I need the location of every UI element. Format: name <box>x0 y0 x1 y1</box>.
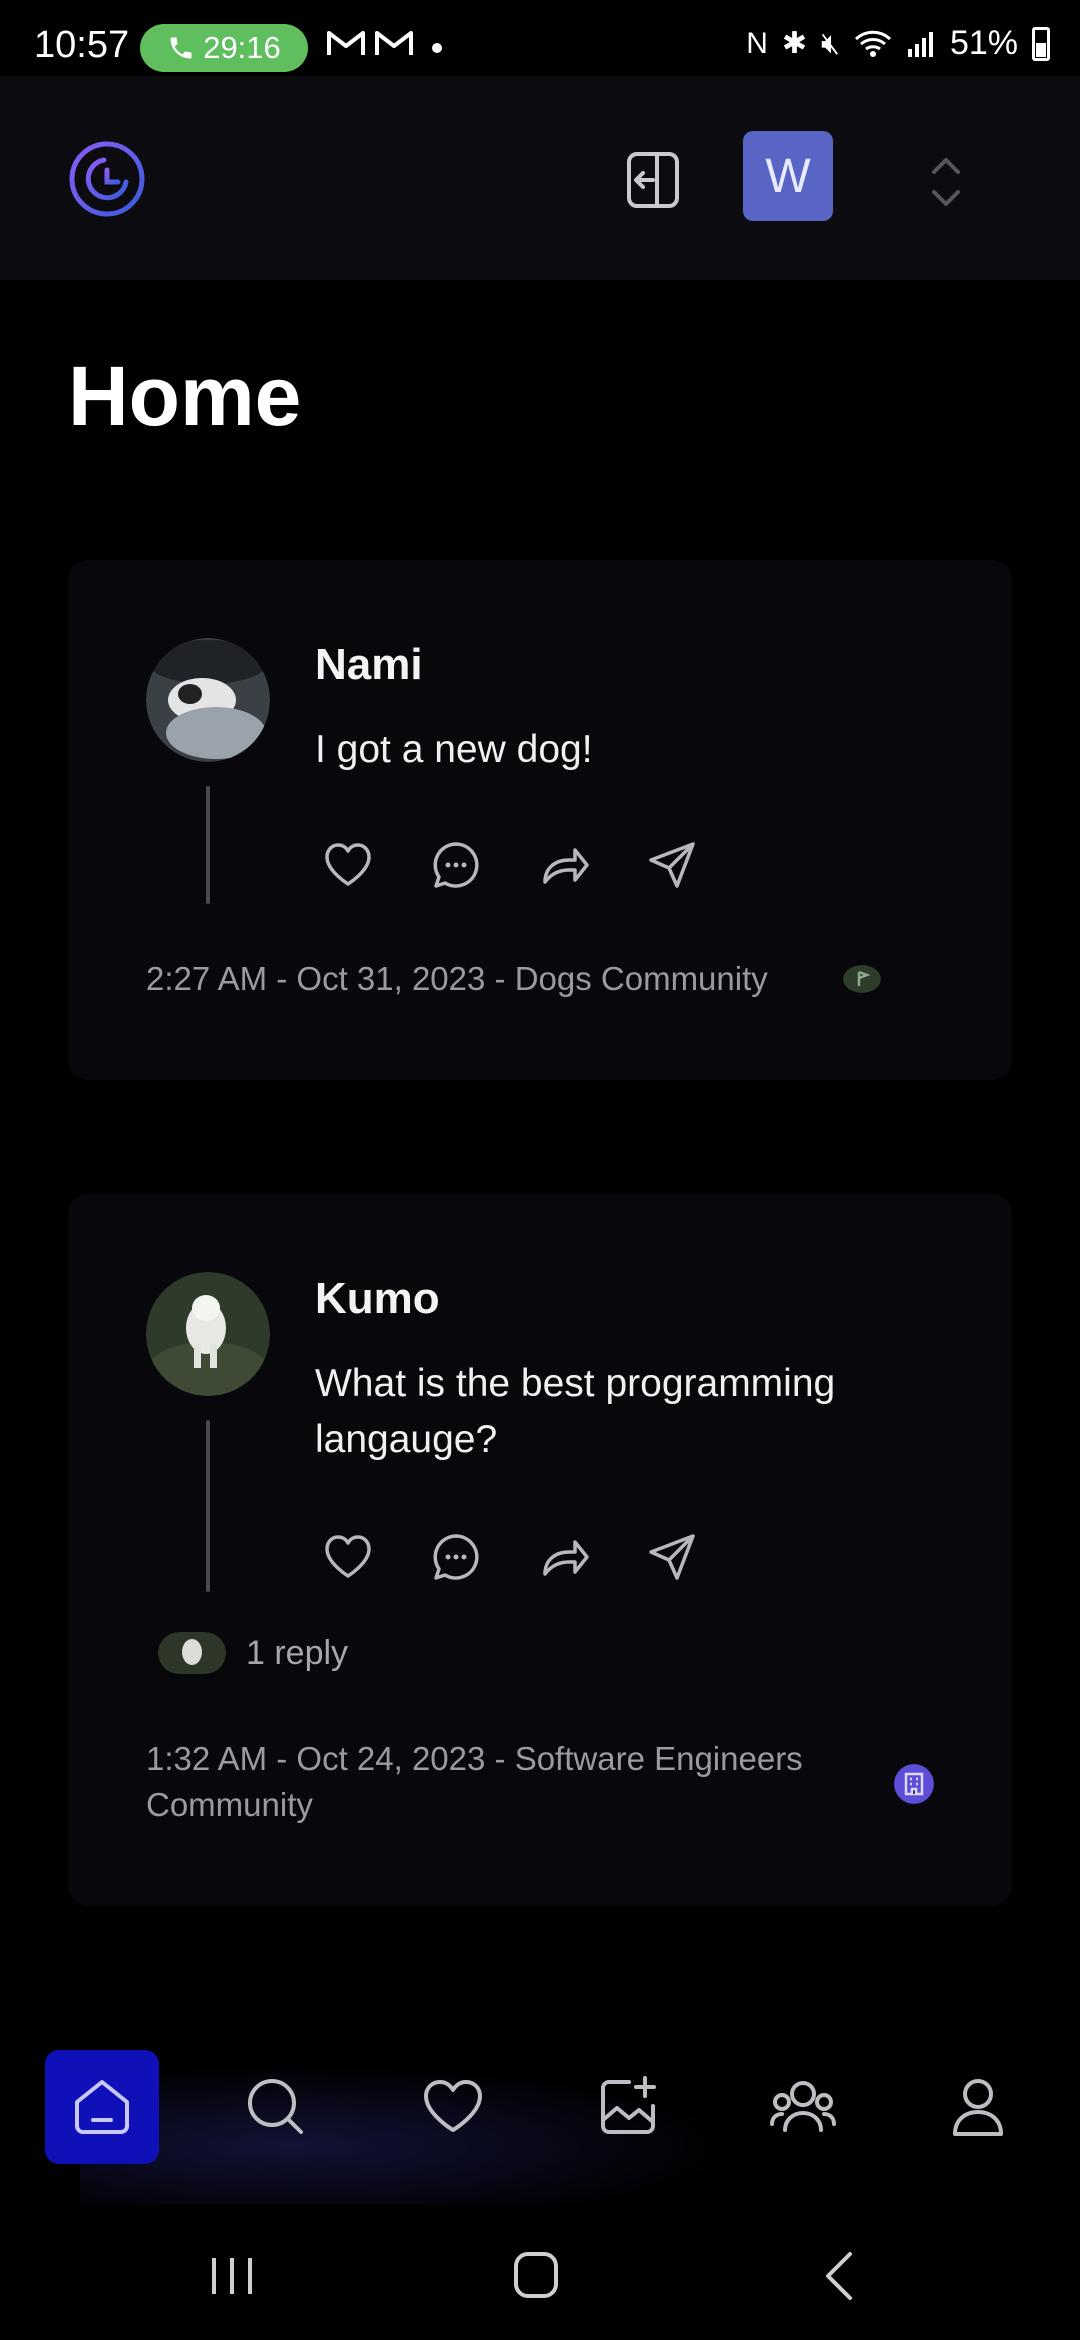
call-timer: 29:16 <box>203 30 281 65</box>
thread-line <box>206 1420 210 1592</box>
profile-icon <box>953 2079 1003 2136</box>
post-card[interactable]: Kumo What is the best programming langau… <box>68 1194 1012 1906</box>
nav-activity[interactable] <box>396 2050 510 2164</box>
author-name[interactable]: Nami <box>315 640 423 690</box>
bottom-nav <box>0 2036 1080 2206</box>
battery-icon <box>1032 26 1050 61</box>
page-title: Home <box>68 349 302 443</box>
logout-icon[interactable] <box>623 148 683 212</box>
comment-icon[interactable] <box>429 838 483 892</box>
top-app-bar: W <box>0 76 1080 280</box>
heart-icon[interactable] <box>321 838 375 892</box>
post-timestamp[interactable]: 1:32 AM - Oct 24, 2023 - Software Engine… <box>146 1736 906 1828</box>
signal-icon <box>907 31 933 57</box>
call-chip[interactable]: 29:16 <box>140 24 308 72</box>
back-icon[interactable] <box>800 2246 880 2306</box>
post-text: I got a new dog! <box>315 728 593 771</box>
recent-apps-icon[interactable] <box>192 2246 272 2306</box>
clock-moon-logo[interactable] <box>68 140 146 218</box>
author-avatar[interactable] <box>146 638 270 762</box>
chevron-updown-icon[interactable] <box>928 150 964 214</box>
gmail-icon <box>327 31 365 55</box>
author-avatar[interactable] <box>146 1272 270 1396</box>
heart-icon <box>424 2080 482 2132</box>
repost-icon[interactable] <box>537 838 591 892</box>
community-icon <box>770 2081 836 2132</box>
post-actions <box>321 838 699 892</box>
system-nav-bar <box>0 2204 1080 2340</box>
replies-link[interactable]: 1 reply <box>158 1632 348 1674</box>
repost-icon[interactable] <box>537 1530 591 1584</box>
wifi-icon <box>854 30 891 57</box>
bluetooth-icon: ✱ <box>781 27 808 60</box>
post-card[interactable]: Nami I got a new dog! 2:27 AM - Oct 31, … <box>68 560 1012 1080</box>
nav-create[interactable] <box>571 2050 685 2164</box>
post-text: What is the best programming langauge? <box>315 1362 836 1461</box>
replies-count: 1 reply <box>246 1633 349 1672</box>
status-time: 10:57 <box>34 24 130 66</box>
create-image-icon <box>601 2076 656 2134</box>
community-badge[interactable] <box>894 1764 934 1804</box>
search-icon <box>248 2079 303 2134</box>
community-badge[interactable] <box>843 965 881 993</box>
post-actions <box>321 1530 699 1584</box>
notification-dot <box>432 43 442 53</box>
nav-search[interactable] <box>219 2050 333 2164</box>
gmail-icon <box>375 31 413 55</box>
share-icon[interactable] <box>645 1530 699 1584</box>
comment-icon[interactable] <box>429 1530 483 1584</box>
battery-percent: 51% <box>949 24 1018 62</box>
share-icon[interactable] <box>645 838 699 892</box>
community-avatar[interactable]: W <box>743 131 833 221</box>
nav-home[interactable] <box>45 2050 159 2164</box>
nfc-icon: N <box>746 26 768 60</box>
phone-icon <box>170 37 192 59</box>
thread-line <box>206 786 210 904</box>
reply-avatar <box>158 1632 226 1674</box>
post-timestamp[interactable]: 2:27 AM - Oct 31, 2023 - Dogs Community <box>146 956 846 1002</box>
nav-communities[interactable] <box>746 2050 860 2164</box>
mute-icon: 🔇︎ <box>821 26 840 60</box>
home-button-icon[interactable] <box>496 2246 576 2306</box>
heart-icon[interactable] <box>321 1530 375 1584</box>
status-bar: 10:57 29:16 N ✱ 🔇︎ 51% <box>0 0 1080 76</box>
author-name[interactable]: Kumo <box>315 1274 440 1324</box>
nav-profile[interactable] <box>921 2050 1035 2164</box>
home-icon <box>75 2080 129 2134</box>
